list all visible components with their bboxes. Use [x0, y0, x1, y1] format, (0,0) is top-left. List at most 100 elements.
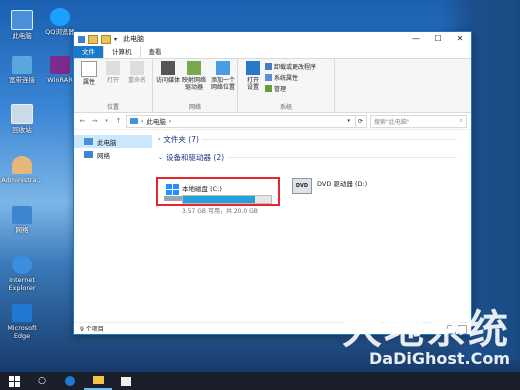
folders-group-header[interactable]: › 文件夹 (7): [158, 133, 471, 145]
drive-c-usage-bar: [182, 195, 272, 204]
tab-file[interactable]: 文件: [74, 46, 103, 58]
chevron-down-icon: ⌄: [158, 153, 164, 161]
desktop-icon-edge[interactable]: Microsoft Edge: [0, 304, 44, 340]
network-location-icon: [216, 61, 230, 75]
properties-icon: [81, 61, 97, 77]
breadcrumb-chevron-icon[interactable]: ›: [169, 118, 171, 125]
breadcrumb-this-pc[interactable]: 此电脑: [146, 116, 166, 126]
recycle-bin-icon: [11, 104, 33, 124]
drive-c-tile[interactable]: 本地磁盘 (C:) 3.57 GB 可用，共 20.0 GB: [156, 177, 280, 215]
item-count: 9 个项目: [80, 326, 104, 333]
nav-item-this-pc[interactable]: 此电脑: [74, 135, 152, 148]
back-icon[interactable]: ←: [78, 117, 87, 125]
desktop-icon-ie[interactable]: Internet Explorer: [0, 256, 44, 292]
address-bar-row: ← → ▾ ↑ › 此电脑 › ▾ ⟳ 搜索"此电脑" ⌕: [74, 113, 471, 130]
drive-d-name: DVD 驱动器 (D:): [317, 180, 368, 188]
refresh-button[interactable]: ⟳: [355, 114, 367, 128]
properties-button[interactable]: 属性: [79, 61, 99, 86]
taskbar: ○: [0, 372, 520, 390]
search-input[interactable]: 搜索"此电脑" ⌕: [370, 114, 467, 128]
search-placeholder: 搜索"此电脑": [374, 118, 410, 126]
computer-icon: [84, 138, 93, 145]
desktop-icon-admin[interactable]: Administra...: [0, 156, 44, 184]
divider: [201, 138, 457, 140]
uninstall-icon: [265, 63, 272, 70]
breadcrumb-chevron-icon[interactable]: ›: [141, 118, 143, 125]
open-icon: [106, 61, 120, 75]
navigation-pane: 此电脑 网络: [74, 130, 152, 322]
close-button[interactable]: ✕: [449, 32, 471, 46]
drive-c-free-space: 3.57 GB 可用，共 20.0 GB: [182, 208, 258, 215]
open-button[interactable]: 打开: [103, 61, 123, 84]
broadband-icon: [12, 56, 32, 74]
drive-c-name: 本地磁盘 (C:): [182, 185, 222, 193]
winrar-icon: [50, 56, 70, 74]
title-bar[interactable]: ▾ 此电脑 — ☐ ✕: [74, 32, 471, 46]
quick-access-toolbar: ▾: [74, 32, 117, 46]
tab-computer[interactable]: 计算机: [103, 45, 141, 58]
divider: [227, 156, 457, 158]
network-icon: [12, 206, 32, 224]
user-folder-icon: [12, 156, 32, 174]
new-folder-icon[interactable]: [101, 34, 111, 44]
ribbon-tabs: 文件 计算机 查看: [74, 45, 471, 59]
chevron-down-icon[interactable]: ▾: [347, 118, 350, 124]
computer-icon: [11, 10, 33, 30]
store-taskbar-icon[interactable]: [112, 372, 140, 390]
main-area: 此电脑 网络 › 文件夹 (7) ⌄ 设备和驱动器 (2) 本地磁盘 (C:) …: [74, 130, 471, 322]
recent-locations-icon[interactable]: ▾: [102, 118, 111, 124]
tab-view[interactable]: 查看: [141, 46, 170, 58]
edge-icon: [12, 304, 32, 322]
computer-icon: [78, 35, 85, 43]
explorer-window: ▾ 此电脑 — ☐ ✕ 文件 计算机 查看 属性 打开 重命名 位置 访问媒体 …: [73, 31, 472, 335]
devices-group-header[interactable]: ⌄ 设备和驱动器 (2): [158, 151, 471, 163]
search-icon[interactable]: ○: [28, 372, 56, 390]
watermark-cn: 大地系统: [342, 307, 510, 353]
add-network-location-button[interactable]: 添加一个网络位置: [210, 61, 236, 91]
window-title: 此电脑: [123, 35, 145, 43]
watermark: 大地系统 DaDiGhost.Com: [342, 310, 510, 368]
gear-icon: [246, 61, 260, 75]
open-settings-button[interactable]: 打开设置: [243, 61, 263, 91]
nav-item-network[interactable]: 网络: [74, 148, 152, 161]
minimize-button[interactable]: —: [405, 32, 427, 46]
content-pane: › 文件夹 (7) ⌄ 设备和驱动器 (2) 本地磁盘 (C:) 3.57 GB…: [152, 130, 471, 322]
up-icon[interactable]: ↑: [114, 117, 123, 125]
windows-logo-icon: [8, 375, 20, 387]
manage-button[interactable]: 管理: [265, 84, 316, 93]
network-icon: [84, 151, 93, 158]
chevron-right-icon: ›: [158, 135, 161, 143]
ribbon-group-network: 访问媒体 映射网络驱动器 添加一个网络位置 网络: [153, 59, 238, 112]
ribbon-group-system: 打开设置 卸载或更改程序 系统属性 管理 系统: [238, 59, 335, 112]
system-properties-icon: [265, 74, 272, 81]
internet-explorer-icon: [12, 256, 32, 274]
drive-d-tile[interactable]: DVD DVD 驱动器 (D:): [292, 178, 367, 194]
rename-button[interactable]: 重命名: [127, 61, 147, 84]
search-icon: ⌕: [459, 117, 463, 124]
start-button[interactable]: [0, 372, 28, 390]
system-properties-button[interactable]: 系统属性: [265, 73, 316, 82]
file-explorer-taskbar-icon[interactable]: [84, 372, 112, 390]
group-label-network: 网络: [188, 104, 201, 111]
properties-icon[interactable]: [88, 34, 98, 44]
desktop-icon-network[interactable]: 网络: [0, 206, 44, 234]
media-icon: [161, 61, 175, 75]
group-label-location: 位置: [106, 104, 119, 111]
manage-icon: [265, 85, 272, 92]
drive-c-usage-fill: [183, 196, 256, 203]
chevron-down-icon[interactable]: ▾: [114, 36, 117, 43]
map-drive-icon: [187, 61, 201, 75]
edge-taskbar-icon[interactable]: [56, 372, 84, 390]
forward-icon[interactable]: →: [90, 117, 99, 125]
windows-drive-icon: [164, 183, 182, 201]
desktop-icon-recycle-bin[interactable]: 回收站: [0, 104, 44, 134]
rename-icon: [130, 61, 144, 75]
map-drive-button[interactable]: 映射网络驱动器: [182, 61, 206, 91]
address-input[interactable]: › 此电脑 › ▾: [126, 114, 356, 128]
access-media-button[interactable]: 访问媒体: [156, 61, 180, 84]
dvd-drive-icon: DVD: [292, 178, 312, 194]
ribbon-group-location: 属性 打开 重命名 位置: [74, 59, 153, 112]
maximize-button[interactable]: ☐: [427, 32, 449, 46]
ribbon: 属性 打开 重命名 位置 访问媒体 映射网络驱动器 添加一个网络位置 网络 打开…: [74, 59, 471, 113]
uninstall-program-button[interactable]: 卸载或更改程序: [265, 62, 316, 71]
